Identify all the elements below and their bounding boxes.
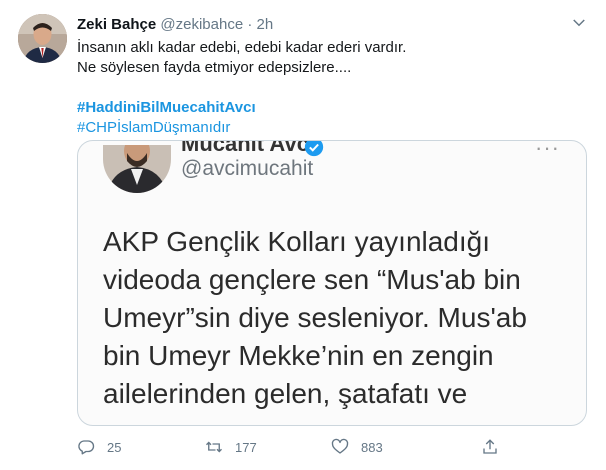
quoted-more-icon: ···: [535, 140, 560, 160]
avatar-photo: [18, 14, 67, 63]
retweet-count: 177: [235, 439, 257, 455]
reply-button[interactable]: 25: [77, 435, 121, 459]
retweet-icon: [206, 441, 222, 453]
verified-badge-icon: [304, 141, 324, 157]
separator-dot: ·: [247, 16, 253, 33]
quoted-avatar-photo: [103, 145, 171, 193]
tweet-text-line: İnsanın aklı kadar edebi, edebi kadar ed…: [77, 39, 407, 56]
quoted-author-name: Mucahit Avcı: [181, 140, 316, 156]
quoted-text-line: AKP Gençlik Kolları yayınladığı: [103, 226, 491, 257]
quoted-text-line: videoda gençlere sen “Mus'ab bin: [103, 264, 521, 295]
quoted-author-handle: @avcimucahit: [181, 157, 314, 180]
quoted-avatar: [103, 145, 171, 193]
line-spacer: [77, 78, 577, 98]
reply-count: 25: [107, 439, 122, 455]
author-avatar[interactable]: [18, 14, 67, 63]
quoted-text-line: bin Umeyr Mekke’nin en zengin: [103, 340, 494, 371]
quoted-text-line: ailelerinden gelen, şatafatı ve: [103, 378, 468, 409]
like-count: 883: [361, 439, 383, 455]
hashtag-link[interactable]: #HaddiniBilMuecahitAvcı: [77, 98, 577, 118]
quoted-text-line: Umeyr”sin diye sesleniyor. Mus'ab: [103, 302, 527, 333]
like-button[interactable]: 883: [331, 435, 383, 459]
tweet-actions: 25 177 883: [77, 435, 577, 459]
tweet-timestamp[interactable]: 2h: [257, 16, 274, 33]
tweet-media-image[interactable]: Mucahit Avcı ··· @avcimucahit AKP Gençli…: [77, 140, 587, 426]
share-icon: [483, 439, 497, 454]
heart-icon: [331, 438, 349, 454]
tweet[interactable]: Zeki Bahçe @zekibahce · 2h İnsanın aklı …: [0, 0, 606, 470]
chevron-down-icon[interactable]: [570, 14, 588, 32]
quoted-text: AKP Gençlik Kolları yayınladığı videoda …: [103, 223, 573, 413]
tweet-header: Zeki Bahçe @zekibahce · 2h: [77, 15, 586, 35]
tweet-text: İnsanın aklı kadar edebi, edebi kadar ed…: [77, 38, 577, 138]
author-handle[interactable]: @zekibahce: [160, 16, 243, 33]
retweet-button[interactable]: 177: [205, 435, 257, 459]
tweet-text-line: Ne söylesen fayda etmiyor edepsizlere...…: [77, 59, 352, 76]
share-button[interactable]: [481, 435, 511, 459]
hashtag-link[interactable]: #CHPİslamDüşmanıdır: [77, 118, 577, 138]
author-name[interactable]: Zeki Bahçe: [77, 16, 156, 33]
reply-icon: [78, 440, 95, 455]
